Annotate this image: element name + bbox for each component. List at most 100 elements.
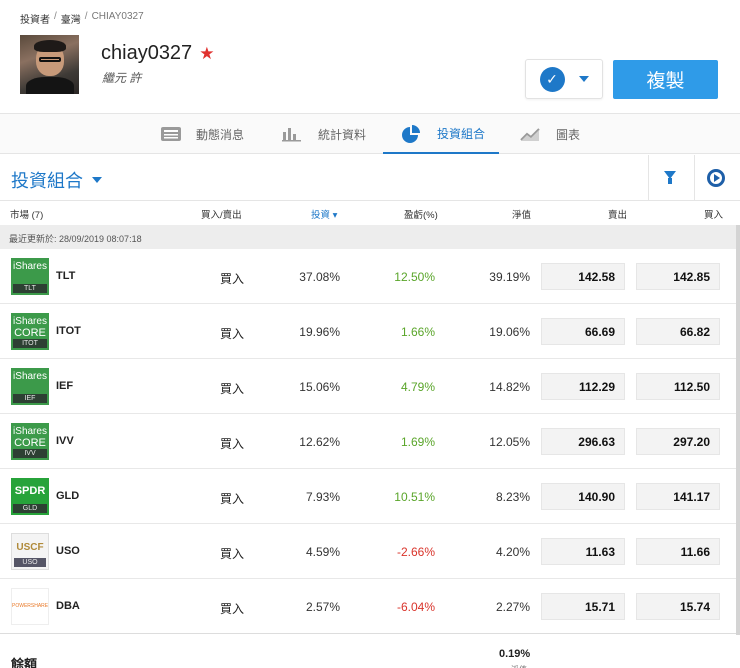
ticker[interactable]: USO xyxy=(56,545,80,557)
line-chart-icon xyxy=(520,126,542,142)
breadcrumb-country[interactable]: 臺灣 xyxy=(61,11,81,26)
etf-logo: USCF USO xyxy=(11,533,49,570)
tab-label: 圖表 xyxy=(556,127,581,142)
check-circle-icon: ✓ xyxy=(539,66,565,92)
net-value: 2.27% xyxy=(495,600,530,614)
trade-direction: 買入 xyxy=(220,492,245,506)
buy-price-button[interactable]: 66.82 xyxy=(636,318,720,345)
bar-chart-icon xyxy=(282,126,304,142)
breadcrumb-current: CHIAY0327 xyxy=(91,11,144,22)
net-value: 12.05% xyxy=(489,435,530,449)
net-value: 14.82% xyxy=(489,380,530,394)
tab-label: 統計資料 xyxy=(318,127,367,142)
net-value: 4.20% xyxy=(495,545,530,559)
etf-logo: iShares CORE ITOT xyxy=(11,313,49,350)
portfolio-title: 投資組合 xyxy=(11,171,83,191)
invested-percent: 2.57% xyxy=(305,600,340,614)
breadcrumb-separator: / xyxy=(84,11,88,22)
sell-price-button[interactable]: 11.63 xyxy=(541,538,625,565)
col-invested[interactable]: 投資 ▾ xyxy=(311,207,337,221)
invested-percent: 37.08% xyxy=(299,270,340,284)
col-pl[interactable]: 盈虧(%) xyxy=(404,207,438,221)
buy-price-button[interactable]: 11.66 xyxy=(636,538,720,565)
holdings-table: iShares TLT TLT 買入 37.08% 12.50% 39.19% … xyxy=(0,249,740,634)
breadcrumb-separator: / xyxy=(54,11,57,22)
buy-price-button[interactable]: 142.85 xyxy=(636,263,720,290)
chevron-down-icon xyxy=(578,76,589,82)
buy-price-button[interactable]: 15.74 xyxy=(636,593,720,620)
sell-price-button[interactable]: 140.90 xyxy=(541,483,625,510)
trade-direction: 買入 xyxy=(220,437,245,451)
ticker[interactable]: ITOT xyxy=(56,325,81,337)
ticker[interactable]: GLD xyxy=(56,490,79,502)
divider xyxy=(648,155,649,201)
filter-icon[interactable] xyxy=(664,171,676,184)
trade-direction: 買入 xyxy=(220,327,245,341)
breadcrumb-investors[interactable]: 投資者 xyxy=(20,11,50,26)
profit-loss: 1.69% xyxy=(400,435,435,449)
buy-price-button[interactable]: 297.20 xyxy=(636,428,720,455)
profit-loss: 10.51% xyxy=(394,490,435,504)
table-row[interactable]: iShares TLT TLT 買入 37.08% 12.50% 39.19% … xyxy=(0,249,740,304)
net-value: 8.23% xyxy=(495,490,530,504)
trade-direction: 買入 xyxy=(220,602,245,616)
tab-news[interactable]: 動態消息 xyxy=(160,114,244,154)
tab-stats[interactable]: 統計資料 xyxy=(282,114,366,154)
net-value: 19.06% xyxy=(489,325,530,339)
portfolio-header: 投資組合 xyxy=(0,155,740,201)
col-market[interactable]: 市場 (7) xyxy=(10,207,43,221)
star-icon: ★ xyxy=(199,43,215,63)
cash-sublabel: 淨值 xyxy=(511,664,527,668)
follow-dropdown[interactable]: ✓ xyxy=(525,59,603,99)
buy-price-button[interactable]: 141.17 xyxy=(636,483,720,510)
table-row[interactable]: iShares IEF IEF 買入 15.06% 4.79% 14.82% 1… xyxy=(0,359,740,414)
invested-percent: 19.96% xyxy=(299,325,340,339)
sell-price-button[interactable]: 112.29 xyxy=(541,373,625,400)
ticker[interactable]: DBA xyxy=(56,600,80,612)
scrollbar[interactable] xyxy=(736,225,740,635)
breadcrumb: 投資者 / 臺灣 / CHIAY0327 xyxy=(20,11,144,26)
etf-logo: iShares CORE IVV xyxy=(11,423,49,460)
tab-portfolio[interactable]: 投資組合 xyxy=(383,114,499,154)
etf-logo: iShares TLT xyxy=(11,258,49,295)
table-header: 市場 (7) 買入/賣出 投資 ▾ 盈虧(%) 淨值 賣出 買入 xyxy=(0,201,740,225)
buy-price-button[interactable]: 112.50 xyxy=(636,373,720,400)
tab-chart[interactable]: 圖表 xyxy=(520,114,580,154)
cash-label: 餘額 xyxy=(11,657,38,668)
tab-label: 動態消息 xyxy=(196,127,245,142)
sell-price-button[interactable]: 296.63 xyxy=(541,428,625,455)
cash-row: 餘額 0.19% 淨值 xyxy=(0,633,740,668)
col-sell[interactable]: 賣出 xyxy=(608,207,627,221)
invested-percent: 15.06% xyxy=(299,380,340,394)
portfolio-dropdown[interactable]: 投資組合 xyxy=(11,167,102,193)
page: 投資者 / 臺灣 / CHIAY0327 chiay0327 ★ 繼元 許 ✓ … xyxy=(0,0,740,668)
divider xyxy=(694,155,695,201)
profit-loss: 1.66% xyxy=(400,325,435,339)
profit-loss: -2.66% xyxy=(396,545,435,559)
table-row[interactable]: SPDR GLD GLD 買入 7.93% 10.51% 8.23% 140.9… xyxy=(0,469,740,524)
news-icon xyxy=(160,126,182,142)
sell-price-button[interactable]: 142.58 xyxy=(541,263,625,290)
tab-bar: 動態消息 統計資料 投資組合 圖表 xyxy=(0,113,740,154)
username: chiay0327 ★ xyxy=(101,42,214,65)
table-row[interactable]: POWERSHARES DBA 買入 2.57% -6.04% 2.27% 15… xyxy=(0,579,740,634)
sell-price-button[interactable]: 15.71 xyxy=(541,593,625,620)
sell-price-button[interactable]: 66.69 xyxy=(541,318,625,345)
table-row[interactable]: iShares CORE ITOT ITOT 買入 19.96% 1.66% 1… xyxy=(0,304,740,359)
table-row[interactable]: iShares CORE IVV IVV 買入 12.62% 1.69% 12.… xyxy=(0,414,740,469)
col-value[interactable]: 淨值 xyxy=(512,207,531,221)
chevron-down-icon xyxy=(92,177,102,183)
col-buy[interactable]: 買入 xyxy=(704,207,723,221)
col-invested-label: 投資 xyxy=(311,210,331,221)
profit-loss: -6.04% xyxy=(396,600,435,614)
etf-logo: iShares IEF xyxy=(11,368,49,405)
play-icon[interactable] xyxy=(707,169,725,187)
tab-label: 投資組合 xyxy=(437,126,486,141)
table-row[interactable]: USCF USO USO 買入 4.59% -2.66% 4.20% 11.63… xyxy=(0,524,740,579)
ticker[interactable]: IVV xyxy=(56,435,74,447)
ticker[interactable]: IEF xyxy=(56,380,73,392)
pie-chart-icon xyxy=(401,125,423,143)
copy-button[interactable]: 複製 xyxy=(613,60,718,99)
col-buy-sell[interactable]: 買入/賣出 xyxy=(201,207,242,221)
ticker[interactable]: TLT xyxy=(56,270,75,282)
